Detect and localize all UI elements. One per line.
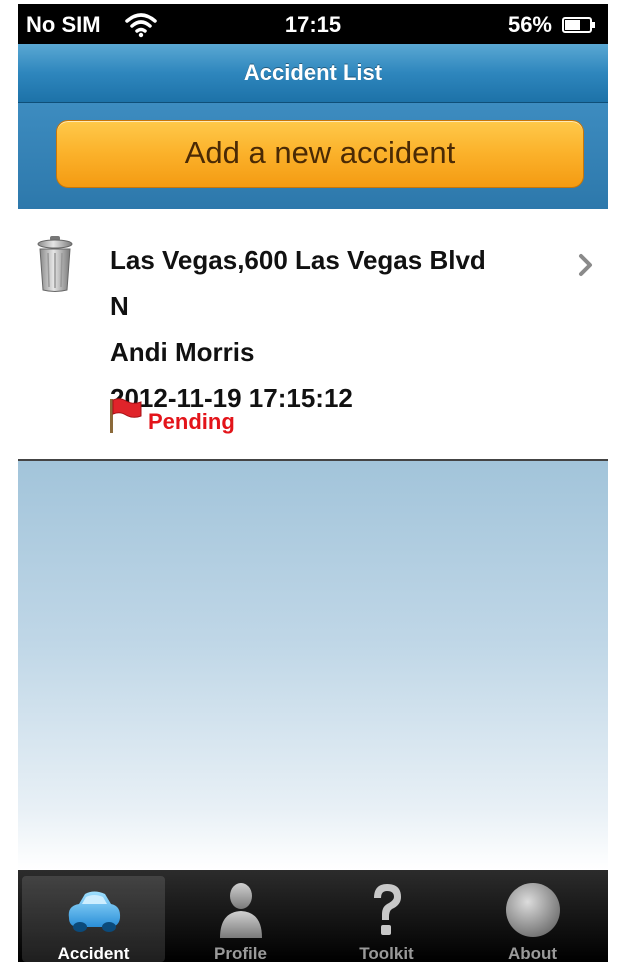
- tab-about[interactable]: About: [461, 876, 604, 962]
- trash-icon[interactable]: [36, 235, 74, 293]
- tab-bar: Accident Profile Toolkit About: [18, 870, 608, 962]
- add-accident-button[interactable]: Add a new accident: [56, 120, 584, 188]
- navigation-bar: Accident List: [18, 44, 608, 103]
- accident-list-item[interactable]: Las Vegas,600 Las Vegas Blvd N Andi Morr…: [18, 209, 608, 461]
- page-title: Accident List: [243, 60, 383, 85]
- list-empty-area: [18, 461, 608, 870]
- reporter-name: Andi Morris: [110, 337, 255, 367]
- tab-label-about: About: [507, 944, 558, 962]
- status-badge: Pending: [148, 409, 235, 434]
- chevron-right-icon: [579, 254, 592, 276]
- tab-label-profile: Profile: [214, 944, 267, 962]
- add-button-area: Add a new accident: [18, 103, 608, 209]
- tab-accident[interactable]: Accident: [22, 876, 165, 962]
- tab-label-toolkit: Toolkit: [359, 944, 414, 962]
- question-icon: [374, 884, 401, 935]
- person-icon: [220, 883, 262, 938]
- tab-profile[interactable]: Profile: [169, 876, 312, 962]
- tab-toolkit[interactable]: Toolkit: [315, 876, 458, 962]
- address-line-2: N: [110, 291, 129, 321]
- car-icon: [68, 891, 121, 932]
- battery-icon: [562, 17, 595, 33]
- app-screen: No SIM 17:15 56% Accident List Add a new…: [18, 4, 608, 962]
- address-line-1: Las Vegas,600 Las Vegas Blvd: [110, 245, 486, 275]
- tab-label-accident: Accident: [57, 944, 130, 962]
- circle-icon: [506, 883, 560, 937]
- battery-percent: 56%: [507, 12, 552, 37]
- accident-details: Las Vegas,600 Las Vegas Blvd N Andi Morr…: [110, 237, 570, 421]
- status-bar: No SIM 17:15 56%: [18, 4, 608, 44]
- flag-icon: [110, 398, 142, 433]
